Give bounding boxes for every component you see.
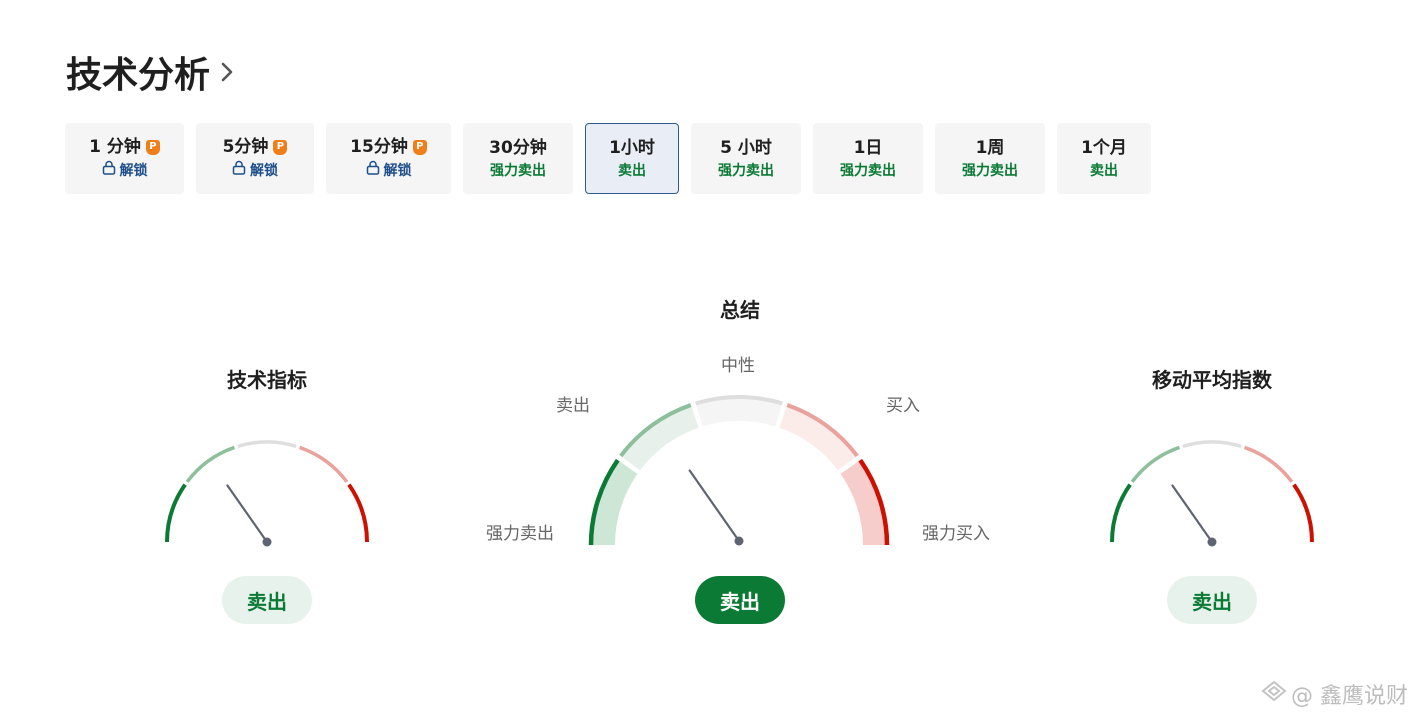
tab-signal: 卖出 [618, 162, 646, 179]
gauge-needle [1171, 484, 1214, 544]
scale-label-strong-sell: 强力卖出 [486, 524, 554, 544]
gauge-band-buy [779, 403, 859, 471]
unlock-link[interactable]: 解锁 [250, 161, 278, 181]
tab-signal: 卖出 [1090, 162, 1118, 179]
tab-label: 1 分钟 [89, 137, 141, 157]
tab-1-hour[interactable]: 1小时 卖出 [585, 123, 679, 194]
gauge-arcs [165, 440, 369, 543]
gauge-needle [688, 469, 741, 543]
tab-label: 5 小时 [720, 137, 772, 158]
summary-gauge [588, 395, 890, 546]
chevron-right-icon [220, 61, 234, 83]
gauge-arc-buy [298, 445, 349, 483]
gauge-arc-neutral [237, 440, 297, 449]
indicators-result-badge: 卖出 [222, 576, 312, 624]
scale-label-neutral: 中性 [721, 356, 755, 376]
tab-label: 1周 [975, 137, 1005, 158]
diamond-logo-icon [1261, 680, 1287, 708]
gauge-arc-strong-buy [347, 483, 369, 543]
indicators-gauge [165, 440, 369, 547]
gauge-arc-neutral [1182, 440, 1242, 449]
pro-badge-icon: P [145, 139, 160, 155]
indicators-gauge-title: 技术指标 [227, 368, 307, 392]
gauge-needle [226, 484, 269, 544]
lock-icon [232, 160, 246, 181]
tab-label: 1个月 [1081, 137, 1127, 158]
gauge-arcs [588, 395, 890, 546]
gauge-arc-sell [1130, 445, 1181, 483]
gauge-band-sell [619, 403, 699, 471]
moving-averages-gauge [1110, 440, 1314, 547]
watermark-text: @ 鑫鹰说财 [1291, 684, 1408, 709]
tab-signal: 强力卖出 [962, 162, 1018, 179]
summary-gauge-title: 总结 [720, 298, 760, 322]
gauge-pivot [1207, 537, 1217, 547]
gauge-arc-sell [185, 445, 236, 483]
gauge-arcs [1110, 440, 1314, 543]
watermark: @ 鑫鹰说财 [1261, 678, 1408, 710]
scale-label-strong-buy: 强力买入 [922, 524, 990, 544]
unlock-link[interactable]: 解锁 [120, 161, 148, 181]
tab-label: 5分钟 [222, 137, 269, 157]
moving-averages-gauge-title: 移动平均指数 [1152, 368, 1272, 392]
tab-signal: 强力卖出 [840, 162, 896, 179]
gauge-pivot [734, 536, 744, 546]
tab-label: 1小时 [609, 137, 655, 158]
tab-1-minute[interactable]: 1 分钟 P 解锁 [65, 123, 184, 194]
tab-label: 30分钟 [489, 137, 547, 158]
summary-result-badge: 卖出 [695, 576, 785, 624]
tab-1-day[interactable]: 1日 强力卖出 [813, 123, 923, 194]
tab-signal: 强力卖出 [490, 162, 546, 179]
gauge-arc-strong-sell [1110, 483, 1132, 543]
tab-5-minutes[interactable]: 5分钟 P 解锁 [196, 123, 314, 194]
tab-signal: 强力卖出 [718, 162, 774, 179]
page-title-link[interactable]: 技术分析 [66, 46, 234, 98]
tab-30-minutes[interactable]: 30分钟 强力卖出 [463, 123, 573, 194]
lock-icon [366, 160, 380, 181]
pro-badge-icon: P [273, 139, 288, 155]
tab-label: 15分钟 [350, 137, 408, 157]
tab-5-hours[interactable]: 5 小时 强力卖出 [691, 123, 801, 194]
lock-icon [102, 160, 116, 181]
tab-label: 1日 [853, 137, 883, 158]
gauge-arc-strong-buy [1292, 483, 1314, 543]
tab-15-minutes[interactable]: 15分钟 P 解锁 [326, 123, 451, 194]
moving-averages-result-badge: 卖出 [1167, 576, 1257, 624]
gauge-arc-strong-sell [165, 483, 187, 543]
pro-badge-icon: P [412, 139, 427, 155]
tab-1-week[interactable]: 1周 强力卖出 [935, 123, 1045, 194]
timeframe-tabs: 1 分钟 P 解锁 5分钟 P 解锁 15分钟 P 解锁 30分钟 强力卖出 1小时 … [0, 123, 1416, 194]
unlock-link[interactable]: 解锁 [384, 161, 412, 181]
page-title: 技术分析 [66, 55, 211, 96]
gauge-arc-buy [1243, 445, 1294, 483]
tab-1-month[interactable]: 1个月 卖出 [1057, 123, 1151, 194]
gauge-pivot [262, 537, 272, 547]
